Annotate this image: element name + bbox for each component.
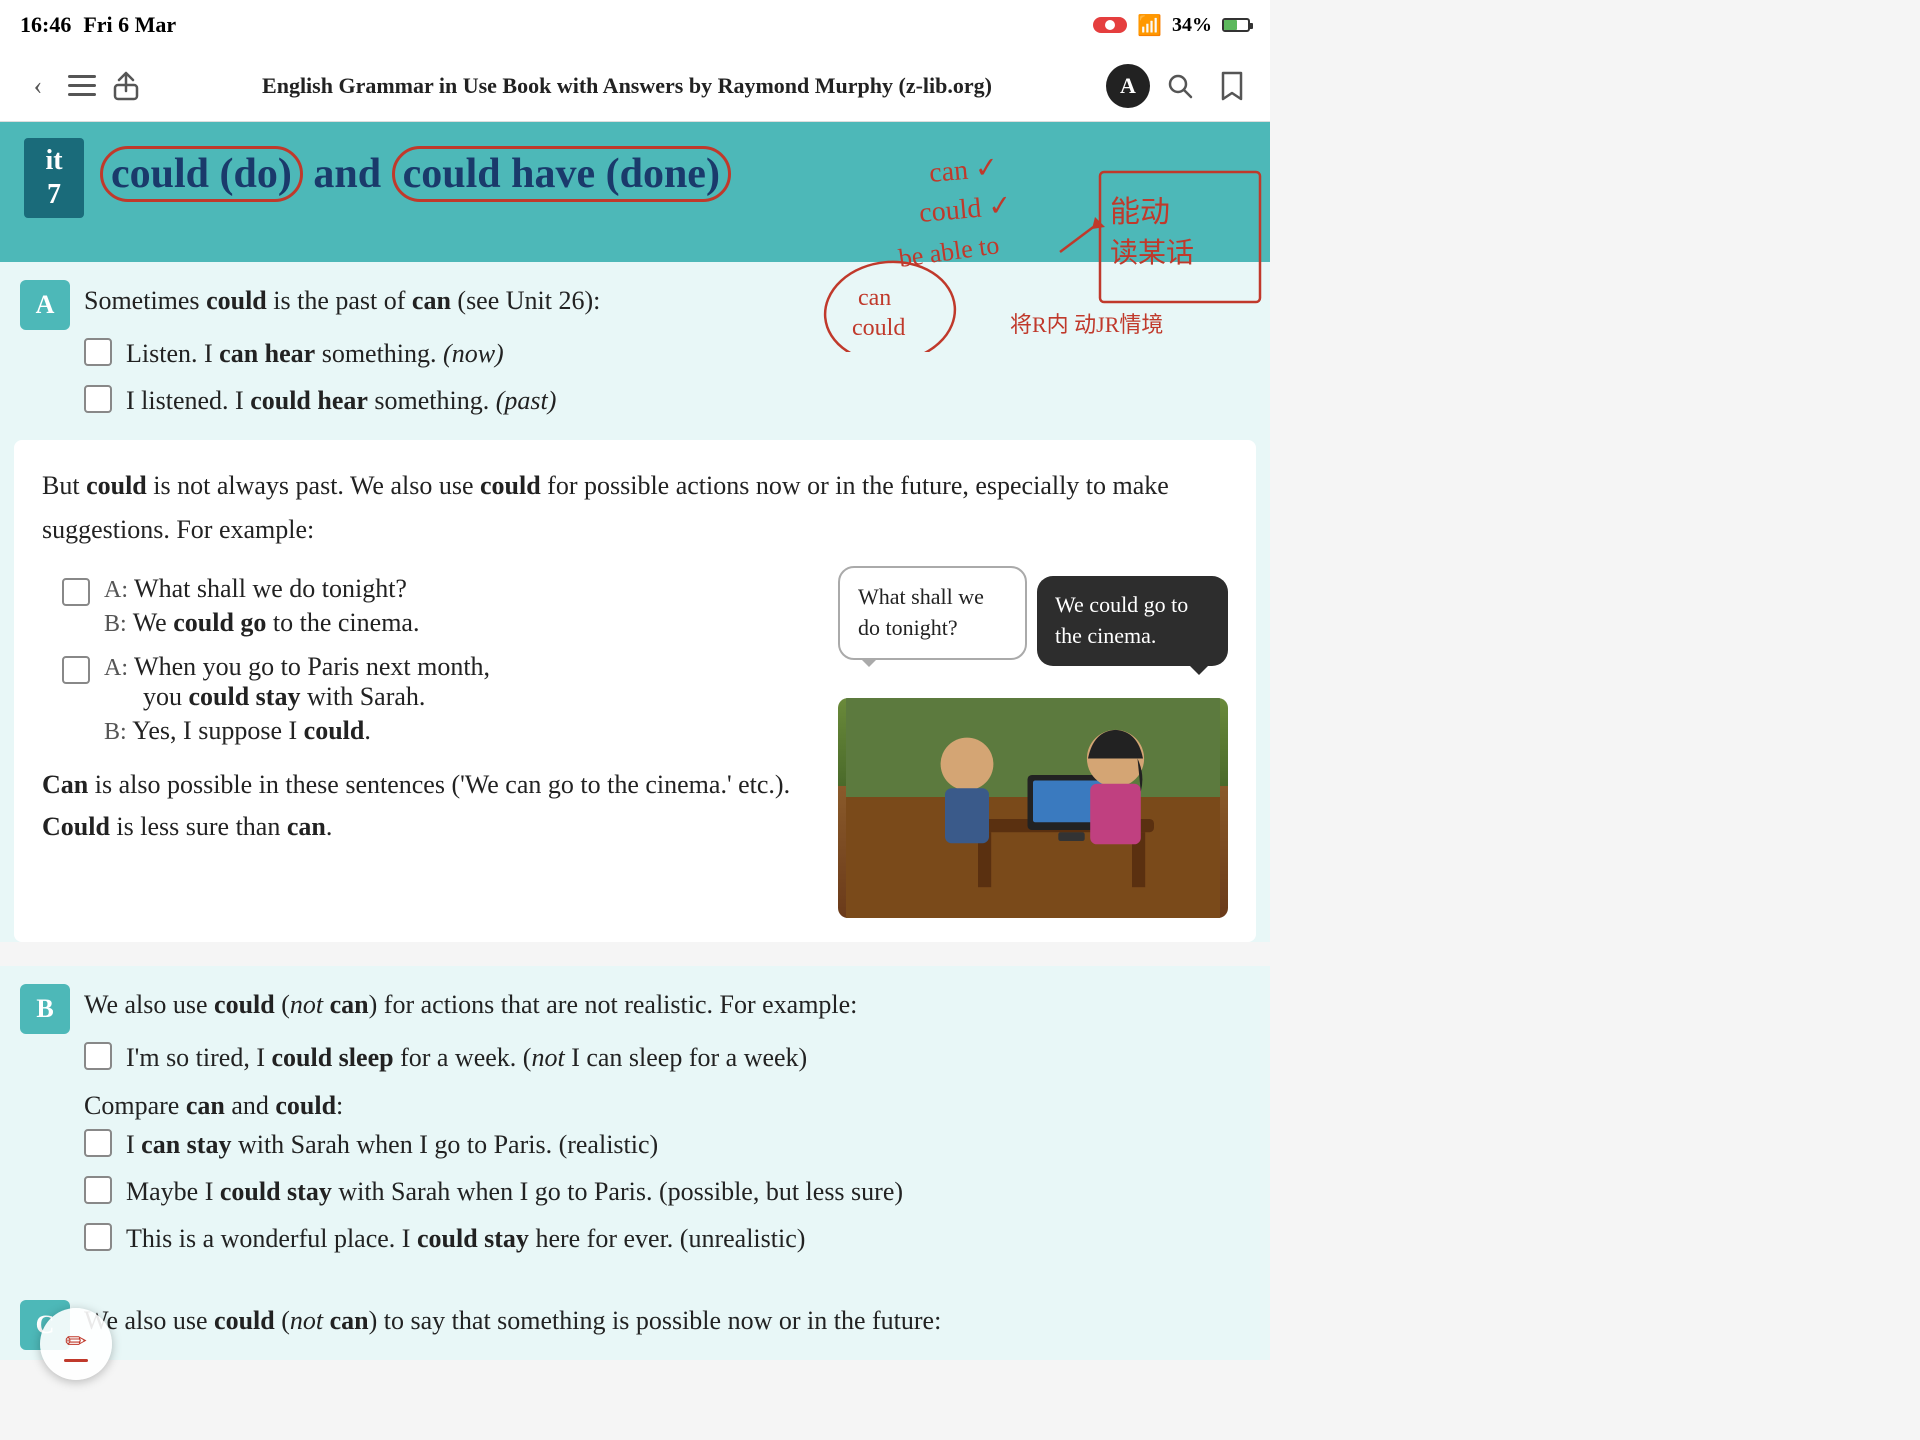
status-bar: 16:46 Fri 6 Mar 📶 34% bbox=[0, 0, 1270, 50]
nav-bar: ‹ English Grammar in Use Book with Answe… bbox=[0, 50, 1270, 122]
svg-text:could ✓: could ✓ bbox=[918, 190, 1013, 229]
section-b: B We also use could (not can) for action… bbox=[0, 966, 1270, 1282]
status-left: 16:46 Fri 6 Mar bbox=[20, 12, 176, 38]
unit-badge: it 7 bbox=[24, 138, 84, 218]
section-b-item-1: I'm so tired, I could sleep for a week. … bbox=[0, 1034, 1270, 1081]
svg-text:can ✓: can ✓ bbox=[928, 152, 1000, 189]
wifi-icon: 📶 bbox=[1137, 13, 1162, 38]
pencil-tool-button[interactable]: ✏ bbox=[40, 1308, 112, 1380]
checkbox-6[interactable] bbox=[84, 1129, 112, 1157]
section-a-rest1: is the past of bbox=[273, 286, 405, 315]
badge-a: A bbox=[20, 280, 70, 330]
title-and: and bbox=[313, 151, 391, 197]
svg-text:能动: 能动 bbox=[1110, 196, 1170, 229]
cb-text-8: This is a wonderful place. I could stay … bbox=[126, 1219, 805, 1258]
avatar-button[interactable]: A bbox=[1106, 64, 1150, 108]
checkbox-1[interactable] bbox=[84, 338, 112, 366]
back-button[interactable]: ‹ bbox=[16, 64, 60, 108]
badge-b: B bbox=[20, 984, 70, 1034]
compare-intro: Compare can and could: bbox=[0, 1081, 1270, 1121]
checkbox-3[interactable] bbox=[62, 578, 90, 606]
handwriting-overlay: can ✓ could ✓ be able to 能动 读某话 can coul… bbox=[790, 122, 1270, 352]
title-could-have-done: could have (done) bbox=[392, 146, 731, 202]
checkbox-5[interactable] bbox=[84, 1042, 112, 1070]
section-a: A Sometimes could is the past of can (se… bbox=[0, 262, 1270, 942]
status-time: 16:46 bbox=[20, 12, 71, 38]
section-c-intro: We also use could (not can) to say that … bbox=[84, 1300, 1250, 1342]
battery-percent: 34% bbox=[1172, 14, 1212, 37]
title-could-do: could (do) bbox=[100, 146, 303, 202]
svg-text:be able to: be able to bbox=[897, 230, 1001, 273]
dialogue-1: A: What shall we do tonight? B: We could… bbox=[104, 574, 419, 638]
speech-bubble-left: What shall we do tonight? bbox=[838, 566, 1027, 660]
recording-indicator bbox=[1093, 17, 1127, 33]
illustration-area: What shall we do tonight? We could go to… bbox=[838, 566, 1228, 918]
svg-text:could: could bbox=[852, 315, 905, 341]
checkbox-7[interactable] bbox=[84, 1176, 112, 1204]
section-a-could: could bbox=[206, 286, 267, 315]
cb-text-5: I'm so tired, I could sleep for a week. … bbox=[126, 1038, 807, 1077]
battery-icon bbox=[1222, 18, 1250, 32]
share-button[interactable] bbox=[104, 64, 148, 108]
section-a-sometimes: Sometimes bbox=[84, 286, 200, 315]
status-right: 📶 34% bbox=[1093, 13, 1250, 38]
status-date: Fri 6 Mar bbox=[83, 12, 176, 38]
unit-header: it 7 could (do) and could have (done) ca… bbox=[0, 122, 1270, 262]
section-b-header: B We also use could (not can) for action… bbox=[0, 966, 1270, 1034]
white-card: But could is not always past. We also us… bbox=[14, 440, 1256, 942]
checkbox-4[interactable] bbox=[62, 656, 90, 684]
section-b-compare-2: Maybe I could stay with Sarah when I go … bbox=[0, 1168, 1270, 1215]
section-c-header: C We also use could (not can) to say tha… bbox=[0, 1282, 1270, 1350]
search-button[interactable] bbox=[1158, 64, 1202, 108]
nav-icons: A bbox=[1106, 64, 1254, 108]
nav-title: English Grammar in Use Book with Answers… bbox=[148, 73, 1106, 99]
section-b-compare-3: This is a wonderful place. I could stay … bbox=[0, 1215, 1270, 1262]
section-b-compare-1: I can stay with Sarah when I go to Paris… bbox=[0, 1121, 1270, 1168]
bookmark-button[interactable] bbox=[1210, 64, 1254, 108]
svg-text:读某话: 读某话 bbox=[1110, 237, 1194, 269]
speech-bubble-right: We could go to the cinema. bbox=[1037, 576, 1228, 666]
section-b-intro: We also use could (not can) for actions … bbox=[84, 984, 1250, 1026]
list-button[interactable] bbox=[60, 64, 104, 108]
svg-text:can: can bbox=[858, 285, 891, 311]
cb-text-1: Listen. I can hear something. (now) bbox=[126, 334, 504, 373]
checkbox-8[interactable] bbox=[84, 1223, 112, 1251]
section-a-item-2: I listened. I could hear something. (pas… bbox=[0, 377, 1270, 424]
cb-text-2: I listened. I could hear something. (pas… bbox=[126, 381, 556, 420]
svg-text:将R内 动JR情境: 将R内 动JR情境 bbox=[1010, 312, 1163, 337]
section-c: C We also use could (not can) to say tha… bbox=[0, 1282, 1270, 1360]
dialogue-2: A: When you go to Paris next month, you … bbox=[104, 652, 490, 746]
card-intro: But could is not always past. We also us… bbox=[42, 464, 1228, 552]
section-a-rest2: (see Unit 26): bbox=[457, 286, 600, 315]
checkbox-2[interactable] bbox=[84, 385, 112, 413]
illustration-image bbox=[838, 698, 1228, 918]
section-a-can: can bbox=[412, 286, 451, 315]
cb-text-7: Maybe I could stay with Sarah when I go … bbox=[126, 1172, 903, 1211]
cb-text-6: I can stay with Sarah when I go to Paris… bbox=[126, 1125, 658, 1164]
